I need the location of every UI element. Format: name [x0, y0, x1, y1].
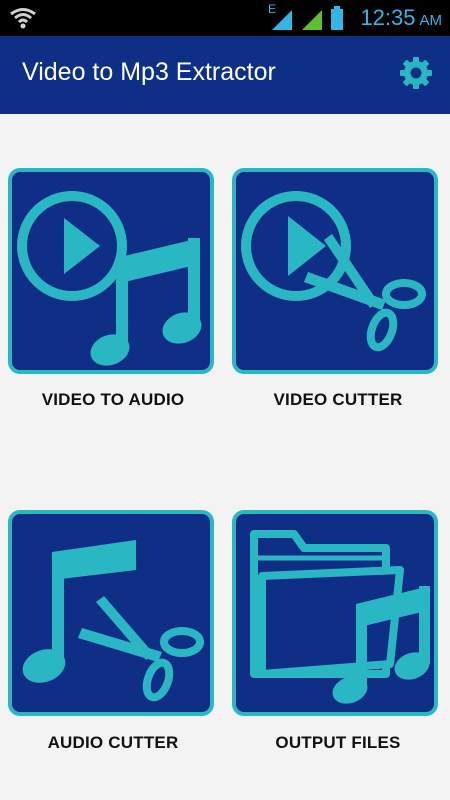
status-time: 12:35 AM [360, 5, 442, 31]
video-to-audio-button[interactable] [8, 168, 214, 374]
app-bar: Video to Mp3 Extractor [0, 36, 450, 114]
gear-icon[interactable] [398, 55, 434, 91]
folder-music-icon [250, 530, 430, 704]
video-to-audio-icon [17, 191, 202, 366]
status-bar: E 12:35 AM [0, 0, 450, 36]
signal-icon [272, 10, 292, 30]
time-ampm: AM [419, 12, 443, 29]
output-files-label: OUTPUT FILES [275, 733, 401, 752]
audio-cutter-button[interactable] [8, 510, 214, 716]
signal-icon-2 [302, 10, 322, 30]
wifi-icon [8, 6, 38, 32]
battery-icon [331, 6, 343, 30]
output-files-button[interactable] [232, 510, 438, 716]
video-cutter-label: VIDEO CUTTER [273, 390, 403, 409]
audio-cutter-icon [22, 540, 204, 702]
time-text: 12:35 [360, 5, 416, 30]
video-cutter-icon [241, 191, 426, 352]
video-cutter-button[interactable] [232, 168, 438, 374]
page-title: Video to Mp3 Extractor [22, 58, 276, 86]
audio-cutter-label: AUDIO CUTTER [47, 733, 179, 752]
video-to-audio-label: VIDEO TO AUDIO [41, 390, 185, 409]
